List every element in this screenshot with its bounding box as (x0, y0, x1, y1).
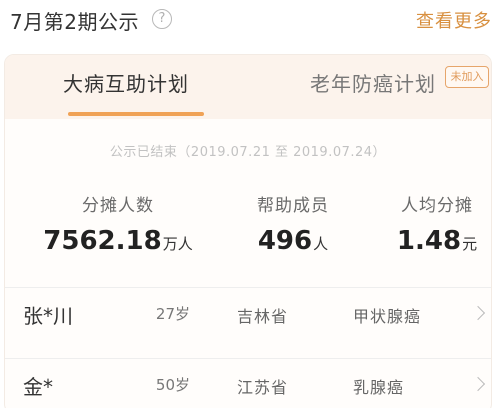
stat-per-capita-share: 人均分摊 1.48元 (357, 191, 491, 256)
member-disease: 甲状腺癌 (353, 307, 422, 326)
member-name: 张*川 (23, 304, 73, 328)
stat-helped-members: 帮助成员 496人 (213, 191, 373, 256)
member-name: 金* (23, 375, 53, 399)
not-joined-badge: 未加入 (445, 66, 489, 88)
stat-value: 7562.18万人 (38, 226, 198, 256)
page-title: 7月第2期公示 (10, 10, 139, 34)
view-more-link[interactable]: 查看更多 (416, 7, 492, 33)
member-age: 50岁 (155, 376, 190, 394)
chevron-right-icon[interactable] (470, 305, 486, 321)
stat-label: 帮助成员 (257, 196, 329, 216)
chevron-right-icon[interactable] (470, 376, 486, 392)
stat-unit: 元 (462, 235, 478, 253)
stat-sharing-count: 分摊人数 7562.18万人 (38, 191, 198, 256)
question-circle-icon[interactable]: ? (152, 9, 172, 29)
stat-number: 1.48 (396, 226, 462, 256)
member-province: 吉林省 (237, 307, 289, 326)
member-row[interactable]: 张*川 27岁 吉林省 甲状腺癌 (5, 287, 491, 345)
member-row[interactable]: 金* 50岁 江苏省 乳腺癌 (5, 358, 491, 408)
page-header: 7月第2期公示 ? 查看更多 (0, 0, 500, 38)
stat-unit: 人 (313, 235, 329, 253)
stat-value: 1.48元 (357, 226, 491, 256)
publicity-card: 大病互助计划 老年防癌计划 未加入 公示已结束（2019.07.21 至 201… (4, 54, 492, 408)
stat-number: 7562.18 (43, 226, 162, 256)
active-tab-indicator (68, 112, 204, 116)
stat-number: 496 (257, 226, 313, 256)
stat-label: 人均分摊 (401, 196, 473, 216)
tab-critical-illness[interactable]: 大病互助计划 (63, 68, 189, 97)
member-disease: 乳腺癌 (353, 378, 405, 397)
stat-unit: 万人 (162, 235, 193, 253)
plan-tabs: 大病互助计划 老年防癌计划 未加入 (5, 55, 491, 119)
member-age: 27岁 (155, 305, 190, 323)
stat-label: 分摊人数 (82, 196, 154, 216)
tab-elderly-cancer[interactable]: 老年防癌计划 (310, 68, 436, 97)
stat-value: 496人 (213, 226, 373, 256)
member-province: 江苏省 (237, 378, 289, 397)
publicity-period-notice: 公示已结束（2019.07.21 至 2019.07.24） (109, 145, 387, 160)
